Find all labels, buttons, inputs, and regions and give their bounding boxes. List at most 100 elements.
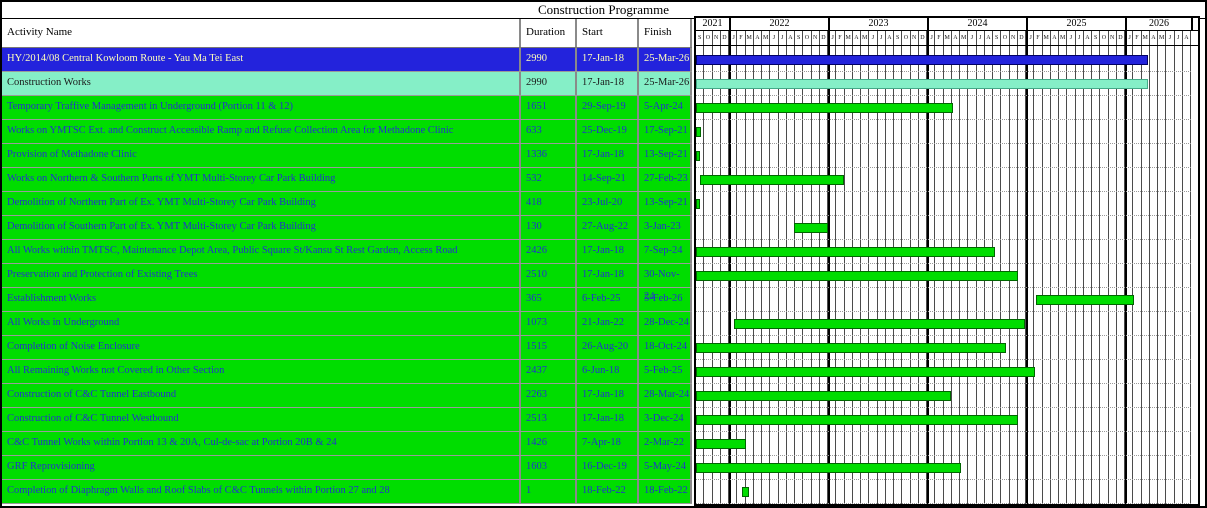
month-label: M: [845, 31, 853, 45]
activity-name-cell: All Remaining Works not Covered in Other…: [2, 360, 519, 383]
month-label: O: [803, 31, 811, 45]
month-label: A: [754, 31, 762, 45]
duration-cell: 2990: [519, 48, 575, 71]
finish-date-cell: 30-Nov-24: [637, 264, 692, 287]
month-label: A: [952, 31, 960, 45]
year-label: 2022: [729, 18, 828, 30]
month-label: J: [1076, 31, 1084, 45]
month-label: F: [935, 31, 943, 45]
month-label: N: [812, 31, 820, 45]
month-label: J: [1125, 31, 1133, 45]
month-label: S: [993, 31, 1001, 45]
table-row: Construction of C&C Tunnel Eastbound2263…: [2, 384, 692, 408]
table-row: Construction Works299017-Jan-1825-Mar-26: [2, 72, 692, 96]
start-date-cell: 21-Jan-22: [575, 312, 637, 335]
table-row: Works on YMTSC Ext. and Construct Access…: [2, 120, 692, 144]
month-label: A: [1084, 31, 1092, 45]
year-label: 2025: [1026, 18, 1125, 30]
activity-name-cell: Preservation and Protection of Existing …: [2, 264, 519, 287]
table-row: Demolition of Northern Part of Ex. YMT M…: [2, 192, 692, 216]
duration-cell: 2426: [519, 240, 575, 263]
month-label: D: [1018, 31, 1026, 45]
table-row: Completion of Diaphragm Walls and Roof S…: [2, 480, 692, 504]
month-label: A: [853, 31, 861, 45]
start-date-cell: 18-Feb-22: [575, 480, 637, 503]
year-header-filler: [1191, 18, 1198, 30]
month-label: M: [746, 31, 754, 45]
gantt-bar: [696, 79, 1148, 89]
duration-cell: 2990: [519, 72, 575, 95]
table-row: Construction of C&C Tunnel Westbound2513…: [2, 408, 692, 432]
table-row: All Remaining Works not Covered in Other…: [2, 360, 692, 384]
finish-date-cell: 17-Sep-21: [637, 120, 692, 143]
month-label: M: [1043, 31, 1051, 45]
month-label: F: [836, 31, 844, 45]
month-label: M: [762, 31, 770, 45]
gantt-row-separator: [696, 432, 1191, 456]
duration-cell: 532: [519, 168, 575, 191]
year-label: 2023: [828, 18, 927, 30]
table-row: Preservation and Protection of Existing …: [2, 264, 692, 288]
table-row: Temporary Traffive Management in Undergr…: [2, 96, 692, 120]
start-date-cell: 17-Jan-18: [575, 384, 637, 407]
activity-name-cell: Construction of C&C Tunnel Westbound: [2, 408, 519, 431]
month-label: F: [1034, 31, 1042, 45]
finish-date-cell: 5-May-24: [637, 456, 692, 479]
gantt-bar: [696, 415, 1018, 425]
duration-cell: 2437: [519, 360, 575, 383]
activity-name-cell: Construction Works: [2, 72, 519, 95]
month-label: D: [1117, 31, 1125, 45]
activity-name-cell: Establishment Works: [2, 288, 519, 311]
table-row: Completion of Noise Enclosure151526-Aug-…: [2, 336, 692, 360]
gantt-bar: [696, 199, 700, 209]
month-label: J: [1067, 31, 1075, 45]
activity-name-cell: Works on YMTSC Ext. and Construct Access…: [2, 120, 519, 143]
start-date-cell: 27-Aug-22: [575, 216, 637, 239]
start-date-cell: 23-Jul-20: [575, 192, 637, 215]
finish-date-cell: 3-Dec-24: [637, 408, 692, 431]
month-label: A: [886, 31, 894, 45]
table-row: C&C Tunnel Works within Portion 13 & 20A…: [2, 432, 692, 456]
gantt-year-header: 202120222023202420252026: [696, 18, 1198, 31]
month-label: A: [1051, 31, 1059, 45]
activity-table-body: HY/2014/08 Central Kowloom Route - Yau M…: [2, 48, 692, 504]
start-date-cell: 17-Jan-18: [575, 144, 637, 167]
month-label: J: [968, 31, 976, 45]
duration-cell: 1: [519, 480, 575, 503]
table-row: GRF Reprovisioning160316-Dec-195-May-24: [2, 456, 692, 480]
activity-name-cell: Construction of C&C Tunnel Eastbound: [2, 384, 519, 407]
month-label: M: [960, 31, 968, 45]
activity-name-cell: Temporary Traffive Management in Undergr…: [2, 96, 519, 119]
month-label: O: [902, 31, 910, 45]
month-label: A: [787, 31, 795, 45]
finish-date-cell: 5-Apr-24: [637, 96, 692, 119]
gantt-bar: [696, 367, 1035, 377]
finish-date-cell: 3-Jan-23: [637, 216, 692, 239]
finish-date-cell: 5-Feb-25: [637, 360, 692, 383]
month-label: D: [721, 31, 729, 45]
finish-date-cell: 13-Sep-21: [637, 192, 692, 215]
duration-cell: 1426: [519, 432, 575, 455]
finish-date-cell: 25-Mar-26: [637, 48, 692, 71]
duration-cell: 1651: [519, 96, 575, 119]
table-row: Demolition of Southern Part of Ex. YMT M…: [2, 216, 692, 240]
table-row: All Works in Underground107321-Jan-2228-…: [2, 312, 692, 336]
gantt-bar: [1036, 295, 1135, 305]
duration-cell: 2513: [519, 408, 575, 431]
finish-date-cell: 28-Dec-24: [637, 312, 692, 335]
month-label: M: [1158, 31, 1166, 45]
activity-name-cell: All Works within TMTSC, Maintenance Depo…: [2, 240, 519, 263]
month-label: F: [1133, 31, 1141, 45]
finish-date-cell: 27-Feb-23: [637, 168, 692, 191]
month-label: J: [869, 31, 877, 45]
table-row: Establishment Works3656-Feb-255-Feb-26: [2, 288, 692, 312]
activity-table-header: Activity Name Duration Start Finish: [2, 19, 692, 48]
month-label: J: [878, 31, 886, 45]
table-row: Works on Northern & Southern Parts of YM…: [2, 168, 692, 192]
start-date-cell: 17-Jan-18: [575, 408, 637, 431]
month-label: M: [1059, 31, 1067, 45]
month-label: J: [1026, 31, 1034, 45]
duration-cell: 365: [519, 288, 575, 311]
start-date-cell: 14-Sep-21: [575, 168, 637, 191]
activity-name-cell: GRF Reprovisioning: [2, 456, 519, 479]
